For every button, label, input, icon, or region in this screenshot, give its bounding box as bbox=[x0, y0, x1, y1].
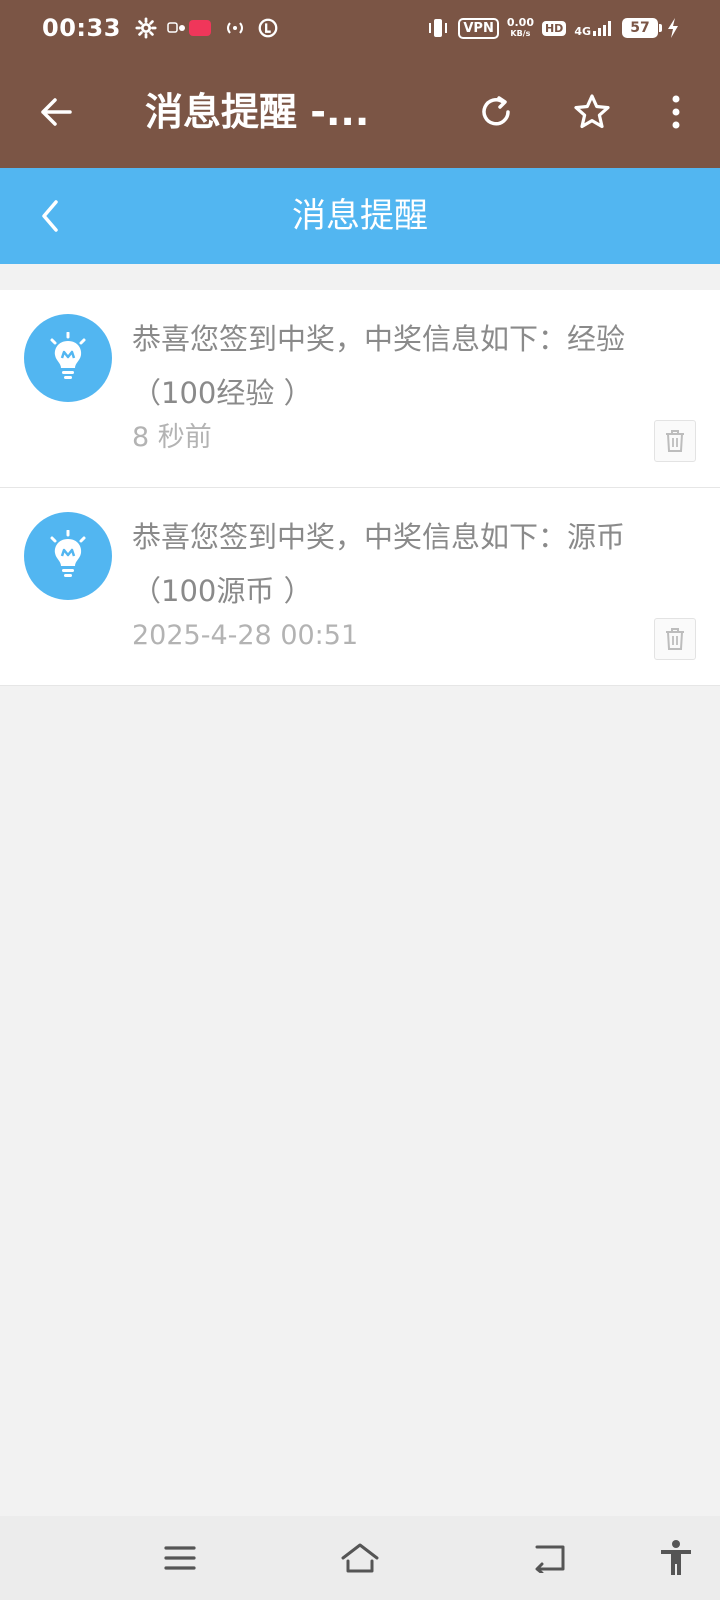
screen: 00:33 VPN 0.00 KB/s HD 4G 57 消息提醒 -... 消… bbox=[0, 0, 720, 1600]
app-notification-icon bbox=[167, 20, 211, 36]
app-back-button[interactable] bbox=[22, 188, 78, 244]
trash-icon bbox=[666, 430, 684, 452]
vibrate-icon bbox=[429, 19, 448, 37]
lightbulb-icon bbox=[50, 332, 86, 379]
network-type: 4G bbox=[574, 25, 591, 38]
app-header: 消息提醒 bbox=[0, 168, 720, 264]
signal-group: 4G bbox=[574, 19, 614, 37]
menu-icon bbox=[164, 1546, 196, 1570]
net-speed-unit: KB/s bbox=[510, 29, 531, 38]
vpn-badge: VPN bbox=[458, 17, 499, 39]
signal-strength-icon bbox=[593, 21, 611, 36]
page-title: 消息提醒 bbox=[292, 196, 428, 236]
charging-bolt-icon bbox=[668, 18, 678, 38]
home-icon bbox=[341, 1543, 379, 1573]
status-left-icons bbox=[135, 17, 279, 39]
nav-menu-button[interactable] bbox=[152, 1530, 208, 1586]
battery-indicator: 57 bbox=[622, 18, 662, 38]
status-time: 00:33 bbox=[42, 14, 121, 42]
net-speed-value: 0.00 bbox=[506, 16, 534, 29]
message-text: 恭喜您签到中奖，中奖信息如下：源币（100源币 ） bbox=[132, 520, 626, 608]
message-avatar bbox=[24, 512, 112, 600]
nav-back-button[interactable] bbox=[522, 1530, 578, 1586]
star-icon bbox=[574, 94, 610, 129]
delete-message-button[interactable] bbox=[654, 618, 696, 660]
browser-page-title: 消息提醒 -... bbox=[145, 90, 370, 134]
message-list: 恭喜您签到中奖，中奖信息如下：经验（100经验 ） 8 秒前 恭喜您签到中奖，中… bbox=[0, 290, 720, 686]
lightbulb-icon bbox=[50, 530, 86, 577]
message-time: 8 秒前 bbox=[132, 422, 212, 453]
nav-home-button[interactable] bbox=[332, 1530, 388, 1586]
arrow-left-icon bbox=[41, 98, 72, 126]
system-nav-bar bbox=[0, 1516, 720, 1600]
status-right-icons: VPN 0.00 KB/s HD 4G 57 bbox=[426, 17, 680, 39]
hd-badge: HD bbox=[541, 20, 567, 36]
message-item[interactable]: 恭喜您签到中奖，中奖信息如下：源币（100源币 ） 2025-4-28 00:5… bbox=[0, 488, 720, 686]
data-saver-icon bbox=[258, 18, 278, 38]
settings-gear-icon bbox=[135, 17, 157, 39]
status-bar: 00:33 VPN 0.00 KB/s HD 4G 57 bbox=[0, 0, 720, 56]
net-speed: 0.00 KB/s bbox=[507, 17, 534, 39]
trash-icon bbox=[666, 628, 684, 650]
nav-accessibility-button[interactable] bbox=[648, 1530, 704, 1586]
refresh-button[interactable] bbox=[468, 84, 524, 140]
bookmark-star-button[interactable] bbox=[564, 84, 620, 140]
message-time: 2025-4-28 00:51 bbox=[132, 620, 359, 651]
refresh-icon bbox=[482, 96, 510, 126]
hotspot-icon bbox=[226, 22, 243, 34]
message-item[interactable]: 恭喜您签到中奖，中奖信息如下：经验（100经验 ） 8 秒前 bbox=[0, 290, 720, 488]
message-text: 恭喜您签到中奖，中奖信息如下：经验（100经验 ） bbox=[132, 322, 626, 410]
message-avatar bbox=[24, 314, 112, 402]
delete-message-button[interactable] bbox=[654, 420, 696, 462]
browser-toolbar: 消息提醒 -... bbox=[0, 56, 720, 168]
chevron-left-icon bbox=[42, 200, 58, 232]
more-vertical-icon bbox=[672, 95, 680, 129]
browser-back-button[interactable] bbox=[28, 84, 84, 140]
back-icon bbox=[535, 1545, 565, 1573]
accessibility-icon bbox=[661, 1540, 691, 1575]
more-options-button[interactable] bbox=[648, 84, 704, 140]
